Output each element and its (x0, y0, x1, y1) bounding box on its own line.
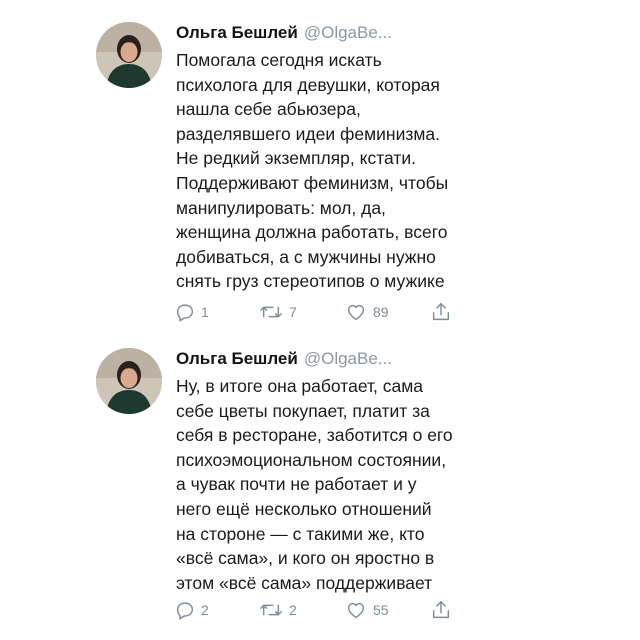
tweet-actions: 1 7 89 (174, 300, 474, 324)
tweet-text-line: добиваться, а с мужчины нужно (176, 246, 436, 267)
share-icon (430, 300, 452, 324)
author-name[interactable]: Ольга Бешлей (176, 23, 298, 42)
author-handle[interactable]: @OlgaBe... (304, 349, 392, 368)
share-button[interactable] (430, 300, 452, 324)
like-icon (344, 301, 368, 323)
reply-button[interactable]: 2 (174, 598, 209, 622)
tweet-text-line: манипулировать: мол, да, (176, 197, 386, 218)
tweet-text-line: Не редкий экземпляр, кстати. (176, 148, 417, 169)
retweet-button[interactable]: 7 (258, 300, 297, 324)
like-button[interactable]: 55 (344, 598, 389, 622)
retweet-count: 2 (289, 602, 297, 618)
like-count: 55 (373, 602, 389, 618)
share-button[interactable] (430, 598, 452, 622)
reply-icon (174, 301, 196, 323)
tweet-text: Ну, в итоге она работает, сама себе цвет… (176, 374, 506, 595)
reply-button[interactable]: 1 (174, 300, 209, 324)
author-handle[interactable]: @OlgaBe... (304, 23, 392, 42)
like-count: 89 (373, 304, 389, 320)
tweet-text-line: этом «всё сама» поддерживает (176, 572, 433, 593)
tweet-text-line: психоэмоциональном состоянии, (176, 449, 447, 470)
reply-icon (174, 599, 196, 621)
retweet-icon (258, 301, 284, 323)
tweet-text-line: Ну, в итоге она работает, сама (176, 376, 424, 396)
author-name[interactable]: Ольга Бешлей (176, 349, 298, 368)
reply-count: 2 (201, 602, 209, 618)
tweet-header: Ольга Бешлей @OlgaBe... (176, 23, 392, 43)
tweet-text-line: женщина должна работать, всего (176, 222, 448, 243)
tweet-text-line: него ещё несколько отношений (176, 498, 432, 519)
tweet-header: Ольга Бешлей @OlgaBe... (176, 349, 392, 369)
reply-count: 1 (201, 304, 209, 320)
tweet-text-line: Поддерживают феминизм, чтобы (176, 172, 449, 193)
tweet-text-line: снять груз стереотипов о мужике (176, 271, 445, 292)
like-icon (344, 599, 368, 621)
tweet-actions: 2 2 55 (174, 598, 474, 622)
like-button[interactable]: 89 (344, 300, 389, 324)
tweet-text-line: на стороне — с такими же, кто (176, 523, 425, 544)
share-icon (430, 598, 452, 622)
tweet-text: Помогала сегодня искать психолога для де… (176, 48, 506, 294)
tweet-text-line: психолога для девушки, которая (176, 74, 440, 95)
tweet-text-line: нашла себе абьюзера, (176, 99, 361, 120)
tweet-text-line: себя в ресторане, заботится о его (176, 425, 453, 446)
retweet-count: 7 (289, 304, 297, 320)
avatar[interactable] (96, 22, 162, 88)
retweet-button[interactable]: 2 (258, 598, 297, 622)
tweet-text-line: себе цветы покупает, платит за (176, 400, 430, 421)
tweet-text-line: а чувак почти не работает и у (176, 474, 417, 495)
tweet-text-line: Помогала сегодня искать (176, 50, 382, 70)
tweet-text-line: разделявшего идеи феминизма. (176, 123, 441, 144)
retweet-icon (258, 599, 284, 621)
avatar[interactable] (96, 348, 162, 414)
tweet-text-line: «всё сама», и кого он яростно в (176, 548, 435, 569)
